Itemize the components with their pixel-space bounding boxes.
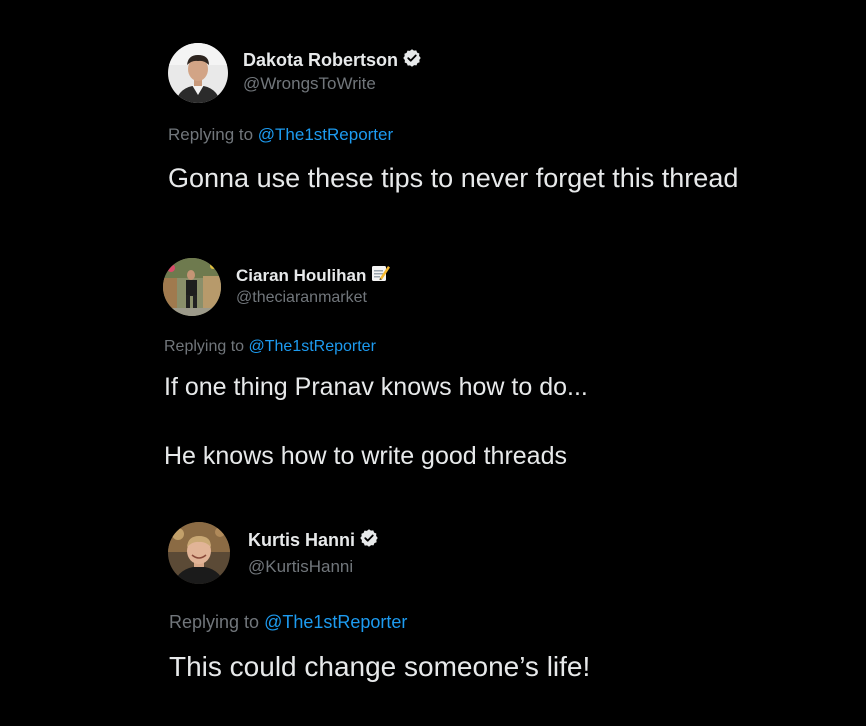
user-handle[interactable]: @theciaranmarket bbox=[236, 289, 367, 307]
replying-to-line: Replying to @The1stReporter bbox=[164, 338, 376, 356]
mention-link[interactable]: @The1stReporter bbox=[264, 612, 407, 632]
replying-to-line: Replying to @The1stReporter bbox=[168, 125, 393, 145]
replying-to-label: Replying to bbox=[169, 612, 265, 632]
verified-badge-icon bbox=[402, 48, 422, 73]
memo-emoji-icon bbox=[370, 263, 391, 288]
display-name[interactable]: Dakota Robertson bbox=[243, 50, 398, 71]
replying-to-label: Replying to bbox=[168, 125, 258, 144]
user-handle[interactable]: @KurtisHanni bbox=[248, 557, 353, 577]
verified-badge-icon bbox=[359, 528, 379, 553]
mention-link[interactable]: @The1stReporter bbox=[249, 338, 376, 355]
tweet-text: This could change someone’s life! bbox=[169, 651, 591, 682]
mention-link[interactable]: @The1stReporter bbox=[258, 125, 393, 144]
tweet-text-line: If one thing Pranav knows how to do... bbox=[164, 373, 588, 401]
display-name[interactable]: Ciaran Houlihan bbox=[236, 266, 366, 286]
display-name[interactable]: Kurtis Hanni bbox=[248, 530, 355, 551]
tweet-text: Gonna use these tips to never forget thi… bbox=[168, 163, 739, 193]
replying-to-label: Replying to bbox=[164, 338, 249, 355]
tweet-text-line: He knows how to write good threads bbox=[164, 442, 567, 470]
avatar[interactable] bbox=[168, 522, 230, 584]
author-row: Kurtis Hanni bbox=[248, 528, 379, 553]
replying-to-line: Replying to @The1stReporter bbox=[169, 612, 407, 633]
author-row: Ciaran Houlihan bbox=[236, 263, 391, 288]
avatar[interactable] bbox=[163, 258, 221, 316]
user-handle[interactable]: @WrongsToWrite bbox=[243, 74, 376, 94]
author-row: Dakota Robertson bbox=[243, 48, 422, 73]
avatar[interactable] bbox=[168, 43, 228, 103]
